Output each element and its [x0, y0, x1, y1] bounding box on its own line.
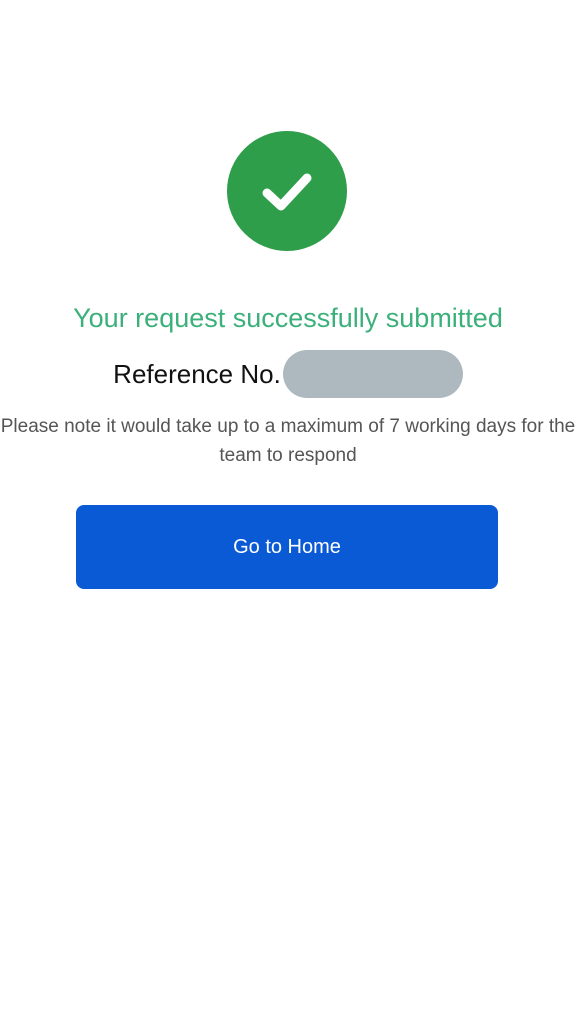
- reference-number-redacted: [282, 350, 463, 398]
- reference-label: Reference No.: [113, 359, 281, 389]
- success-check-icon: [227, 131, 347, 251]
- reference-row: Reference No.: [0, 350, 576, 398]
- checkmark-icon: [262, 173, 312, 211]
- go-to-home-button[interactable]: Go to Home: [76, 505, 498, 589]
- success-title: Your request successfully submitted: [73, 303, 503, 333]
- submission-success-screen: Your request successfully submitted Refe…: [0, 0, 576, 1024]
- response-time-note: Please note it would take up to a maximu…: [0, 416, 576, 466]
